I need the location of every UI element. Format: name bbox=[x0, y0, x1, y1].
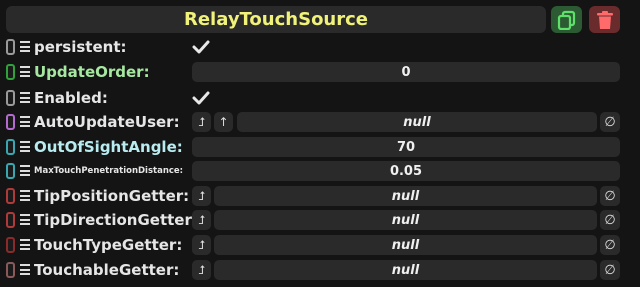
component-title: RelayTouchSource bbox=[183, 9, 369, 30]
jump-arrow-icon: ⮥ bbox=[197, 237, 206, 252]
reference-field[interactable]: null bbox=[214, 186, 597, 206]
max-touch-penetration-distance-input[interactable]: 0.05 bbox=[192, 161, 620, 181]
drag-handle-icon[interactable] bbox=[20, 165, 30, 176]
null-symbol-icon: ∅ bbox=[604, 212, 616, 228]
field-label: MaxTouchPenetrationDistance: bbox=[34, 166, 184, 176]
jump-arrow-icon: ⮥ bbox=[197, 188, 206, 203]
field-label: TouchTypeGetter: bbox=[34, 236, 183, 254]
field-label: TipDirectionGetter: bbox=[34, 211, 198, 229]
reference-field[interactable]: null bbox=[214, 210, 597, 230]
duplicate-button[interactable] bbox=[551, 6, 582, 33]
jump-arrow-icon: ⮥ bbox=[197, 262, 206, 277]
field-label: persistent: bbox=[34, 38, 127, 56]
set-null-button[interactable]: ∅ bbox=[600, 210, 620, 230]
field-row-auto-update-user: AutoUpdateUser: ⮥ ↑ null ∅ bbox=[0, 110, 640, 134]
field-type-indicator[interactable] bbox=[6, 139, 15, 155]
drag-handle-icon[interactable] bbox=[20, 116, 30, 127]
jump-button[interactable]: ⮥ bbox=[192, 260, 211, 280]
field-row-update-order: UpdateOrder: 0 bbox=[0, 60, 640, 84]
out-of-sight-angle-input[interactable]: 70 bbox=[192, 137, 620, 157]
field-label: Enabled: bbox=[34, 89, 108, 107]
field-type-indicator[interactable] bbox=[6, 64, 15, 80]
jump-button[interactable]: ⮥ bbox=[192, 112, 211, 132]
drag-handle-icon[interactable] bbox=[20, 92, 30, 103]
field-label: UpdateOrder: bbox=[34, 63, 150, 81]
field-type-indicator[interactable] bbox=[6, 237, 15, 253]
checkmark-icon[interactable] bbox=[192, 39, 210, 55]
component-header: RelayTouchSource bbox=[6, 6, 546, 33]
checkmark-icon[interactable] bbox=[192, 90, 210, 106]
null-symbol-icon: ∅ bbox=[604, 114, 616, 130]
field-label: TipPositionGetter: bbox=[34, 187, 190, 205]
field-row-tip-position-getter: TipPositionGetter: ⮥ null ∅ bbox=[0, 184, 640, 208]
reference-field[interactable]: null bbox=[214, 235, 597, 255]
drag-handle-icon[interactable] bbox=[20, 239, 30, 250]
up-button[interactable]: ↑ bbox=[214, 112, 233, 132]
drag-handle-icon[interactable] bbox=[20, 41, 30, 52]
field-label: TouchableGetter: bbox=[34, 261, 180, 279]
trash-icon bbox=[596, 10, 613, 29]
null-symbol-icon: ∅ bbox=[604, 237, 616, 253]
field-row-persistent: persistent: bbox=[0, 35, 640, 59]
reference-field[interactable]: null bbox=[214, 260, 597, 280]
field-type-indicator[interactable] bbox=[6, 39, 15, 55]
drag-handle-icon[interactable] bbox=[20, 214, 30, 225]
field-type-indicator[interactable] bbox=[6, 188, 15, 204]
null-symbol-icon: ∅ bbox=[604, 262, 616, 278]
jump-arrow-icon: ⮥ bbox=[197, 212, 206, 227]
field-row-enabled: Enabled: bbox=[0, 86, 640, 110]
drag-handle-icon[interactable] bbox=[20, 141, 30, 152]
set-null-button[interactable]: ∅ bbox=[600, 186, 620, 206]
duplicate-icon bbox=[557, 10, 575, 30]
field-row-out-of-sight-angle: OutOfSightAngle: 70 bbox=[0, 135, 640, 159]
jump-button[interactable]: ⮥ bbox=[192, 235, 211, 255]
jump-arrow-icon: ⮥ bbox=[197, 114, 206, 129]
field-label: OutOfSightAngle: bbox=[34, 138, 183, 156]
set-null-button[interactable]: ∅ bbox=[600, 235, 620, 255]
drag-handle-icon[interactable] bbox=[20, 190, 30, 201]
set-null-button[interactable]: ∅ bbox=[600, 112, 620, 132]
up-arrow-icon: ↑ bbox=[218, 115, 229, 129]
field-row-tip-direction-getter: TipDirectionGetter: ⮥ null ∅ bbox=[0, 208, 640, 232]
drag-handle-icon[interactable] bbox=[20, 66, 30, 77]
field-type-indicator[interactable] bbox=[6, 212, 15, 228]
jump-button[interactable]: ⮥ bbox=[192, 186, 211, 206]
update-order-input[interactable]: 0 bbox=[192, 62, 620, 82]
field-row-max-touch-penetration-distance: MaxTouchPenetrationDistance: 0.05 bbox=[0, 159, 640, 183]
reference-field[interactable]: null bbox=[237, 112, 597, 132]
null-symbol-icon: ∅ bbox=[604, 188, 616, 204]
field-type-indicator[interactable] bbox=[6, 163, 15, 179]
field-label: AutoUpdateUser: bbox=[34, 113, 180, 131]
delete-button[interactable] bbox=[589, 6, 620, 33]
jump-button[interactable]: ⮥ bbox=[192, 210, 211, 230]
set-null-button[interactable]: ∅ bbox=[600, 260, 620, 280]
field-type-indicator[interactable] bbox=[6, 262, 15, 278]
drag-handle-icon[interactable] bbox=[20, 264, 30, 275]
field-type-indicator[interactable] bbox=[6, 114, 15, 130]
field-row-touchable-getter: TouchableGetter: ⮥ null ∅ bbox=[0, 258, 640, 282]
field-row-touch-type-getter: TouchTypeGetter: ⮥ null ∅ bbox=[0, 233, 640, 257]
field-type-indicator[interactable] bbox=[6, 90, 15, 106]
